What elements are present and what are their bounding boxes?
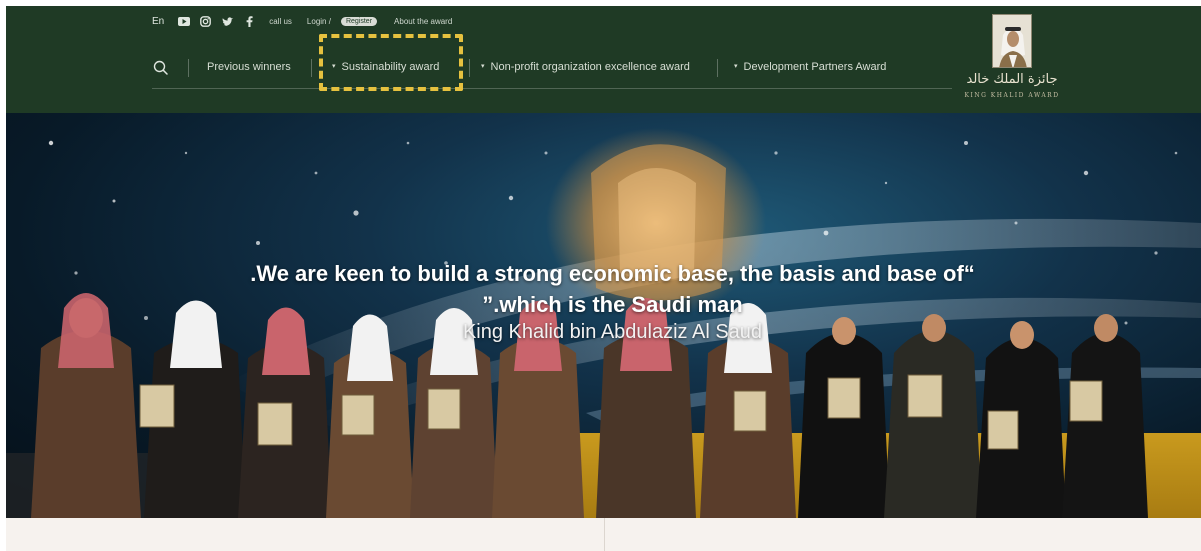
section-divider — [604, 518, 605, 551]
hero-quote-line2: ”.which is the Saudi man — [482, 292, 743, 317]
instagram-icon[interactable] — [199, 16, 212, 27]
nav-divider — [717, 59, 718, 77]
hero-quote-attribution: King Khalid bin Abdulaziz Al Saud — [462, 321, 763, 343]
king-portrait-image — [992, 14, 1032, 68]
nav-item-label: Non-profit organization excellence award — [490, 61, 690, 73]
page: En call us Login / Register About the aw… — [6, 6, 1201, 551]
bullet-icon: ▾ — [734, 63, 738, 70]
nav-item-label: Previous winners — [207, 61, 291, 73]
nav-divider — [469, 59, 470, 77]
nav-divider — [311, 59, 312, 77]
hero-banner: .We are keen to build a strong economic … — [6, 113, 1201, 518]
logo-english-text: KING KHALID AWARD — [964, 92, 1060, 99]
nav-item-development-partners-award[interactable]: ▾ Development Partners Award — [734, 61, 886, 73]
nav-divider — [188, 59, 189, 77]
call-us-link[interactable]: call us — [269, 17, 292, 26]
language-switch[interactable]: En — [152, 16, 164, 27]
site-header: En call us Login / Register About the aw… — [6, 6, 1201, 113]
site-logo[interactable]: جائزة الملك خالد KING KHALID AWARD — [962, 14, 1062, 106]
twitter-icon[interactable] — [221, 16, 234, 27]
nav-item-non-profit-award[interactable]: ▾ Non-profit organization excellence awar… — [481, 61, 690, 73]
hero-quote-line1: .We are keen to build a strong economic … — [250, 261, 975, 286]
login-link[interactable]: Login / — [307, 17, 331, 26]
youtube-icon[interactable] — [177, 16, 190, 27]
nav-item-previous-winners[interactable]: Previous winners — [207, 61, 291, 73]
top-bar: En call us Login / Register About the aw… — [152, 16, 452, 27]
nav-item-label: Development Partners Award — [743, 61, 887, 73]
search-icon[interactable] — [152, 59, 170, 77]
logo-arabic-text: جائزة الملك خالد — [966, 72, 1058, 87]
register-button[interactable]: Register — [340, 17, 378, 26]
facebook-icon[interactable] — [243, 16, 256, 27]
bullet-icon: ▾ — [481, 63, 485, 70]
nav-underline — [152, 88, 952, 89]
highlight-annotation — [319, 34, 463, 91]
about-award-link[interactable]: About the award — [394, 17, 452, 26]
